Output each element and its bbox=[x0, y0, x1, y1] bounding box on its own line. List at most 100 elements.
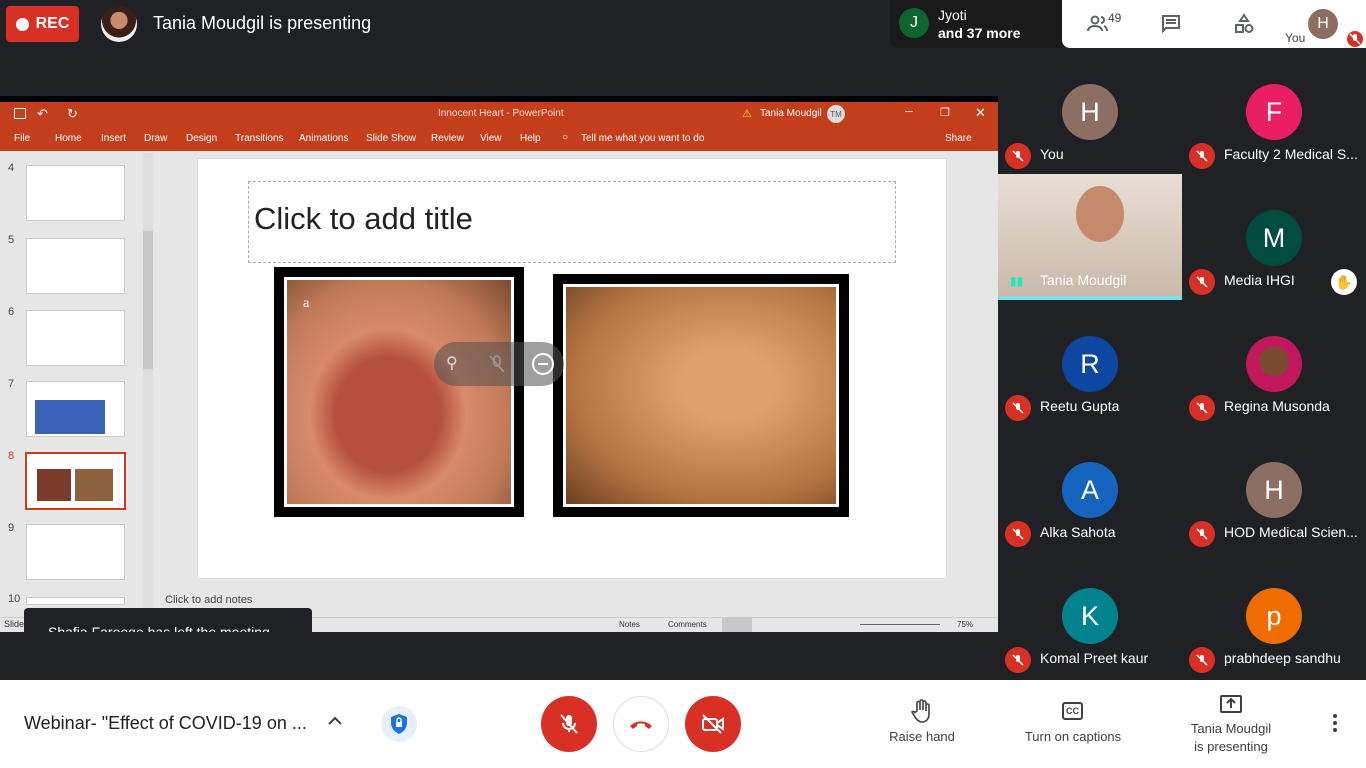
ppt-ribbon: File Home Insert Draw Design Transitions… bbox=[0, 126, 998, 151]
slide-thumbnail[interactable] bbox=[26, 381, 125, 437]
menu-home[interactable]: Home bbox=[55, 133, 82, 144]
share-button[interactable]: Share bbox=[945, 133, 972, 144]
participant-name: HOD Medical Scien... bbox=[1224, 524, 1358, 540]
comments-button[interactable]: Comments bbox=[668, 620, 707, 629]
minimize-icon[interactable]: ─ bbox=[905, 106, 913, 118]
tell-me-search[interactable]: Tell me what you want to do bbox=[581, 133, 704, 144]
restore-icon[interactable]: ❐ bbox=[940, 106, 950, 119]
thumb-scrollbar[interactable] bbox=[143, 153, 153, 609]
hang-up-icon bbox=[630, 721, 652, 729]
clinical-photo-face[interactable]: a bbox=[274, 267, 524, 517]
chat-icon[interactable] bbox=[1159, 12, 1183, 36]
participant-video-tile[interactable]: ▮▮ Tania Moudgil bbox=[998, 174, 1182, 300]
participant-tile[interactable]: F Faculty 2 Medical S... bbox=[1182, 48, 1366, 174]
raise-hand-button[interactable]: Raise hand bbox=[872, 729, 972, 744]
participant-name: prabhdeep sandhu bbox=[1224, 650, 1341, 666]
undo-icon[interactable]: ↶ bbox=[37, 106, 48, 122]
present-screen-icon[interactable] bbox=[1219, 694, 1243, 714]
slide-thumbnail[interactable] bbox=[26, 238, 125, 294]
participant-name: You bbox=[1040, 146, 1064, 162]
slide-thumbnail[interactable] bbox=[26, 310, 125, 366]
presenter-title: Tania Moudgil is presenting bbox=[153, 13, 372, 33]
menu-review[interactable]: Review bbox=[431, 133, 464, 144]
presenter-avatar bbox=[101, 6, 137, 42]
participant-tile[interactable]: K Komal Preet kaur bbox=[998, 552, 1182, 678]
microphone-toggle-button[interactable] bbox=[541, 696, 597, 752]
mute-icon[interactable] bbox=[486, 353, 508, 375]
others-more: and 37 more bbox=[938, 25, 1021, 41]
participant-name: Regina Musonda bbox=[1224, 398, 1330, 414]
menu-transitions[interactable]: Transitions bbox=[235, 133, 284, 144]
ppt-title-bar: ↶ ↻ Innocent Heart - PowerPoint ⚠ Tania … bbox=[0, 102, 998, 126]
speaker-face bbox=[1076, 186, 1124, 242]
stage-bottom-bg bbox=[0, 632, 998, 680]
photo-face-swelling: a bbox=[284, 277, 514, 507]
menu-animations[interactable]: Animations bbox=[299, 133, 348, 144]
security-shield-icon[interactable] bbox=[381, 706, 417, 742]
participant-tile[interactable]: Regina Musonda bbox=[1182, 300, 1366, 426]
remove-icon[interactable] bbox=[532, 353, 554, 375]
participant-tile[interactable]: M Media IHGI ✋ bbox=[1182, 174, 1366, 300]
people-icon[interactable] bbox=[1086, 12, 1110, 36]
participant-avatar: p bbox=[1246, 588, 1302, 644]
menu-insert[interactable]: Insert bbox=[101, 133, 126, 144]
close-icon[interactable]: ✕ bbox=[975, 105, 986, 121]
menu-draw[interactable]: Draw bbox=[144, 133, 167, 144]
save-icon[interactable] bbox=[14, 108, 26, 119]
menu-file[interactable]: File bbox=[14, 133, 30, 144]
tile-hover-controls: ⚲ bbox=[434, 342, 564, 386]
ppt-user-avatar[interactable]: TM bbox=[827, 105, 845, 123]
notes-button[interactable]: Notes bbox=[619, 620, 640, 629]
mic-off-icon bbox=[1189, 269, 1215, 295]
zoom-slider[interactable] bbox=[860, 624, 940, 625]
participant-avatar: H bbox=[1246, 462, 1302, 518]
participant-avatar: A bbox=[1062, 462, 1118, 518]
menu-slide-show[interactable]: Slide Show bbox=[366, 133, 416, 144]
raised-hand-icon: ✋ bbox=[1331, 269, 1357, 295]
canvas-scrollbar[interactable] bbox=[986, 151, 998, 617]
participant-avatar: K bbox=[1062, 588, 1118, 644]
menu-design[interactable]: Design bbox=[186, 133, 217, 144]
clinical-photo-eye[interactable] bbox=[553, 274, 849, 517]
redo-icon[interactable]: ↻ bbox=[67, 106, 78, 122]
captions-icon[interactable]: CC bbox=[1062, 702, 1083, 720]
zoom-level[interactable]: 75% bbox=[957, 620, 973, 629]
menu-help[interactable]: Help bbox=[520, 133, 541, 144]
slide-thumbnail[interactable] bbox=[26, 524, 125, 580]
captions-button[interactable]: Turn on captions bbox=[1013, 729, 1133, 744]
mic-off-icon bbox=[1189, 521, 1215, 547]
activities-icon[interactable] bbox=[1232, 12, 1256, 36]
rec-label: REC bbox=[35, 15, 70, 32]
mic-off-icon bbox=[1005, 395, 1031, 421]
slide-indicator: Slide bbox=[4, 619, 25, 629]
image-label: a bbox=[303, 296, 310, 311]
record-dot-icon bbox=[15, 17, 29, 31]
leave-call-button[interactable] bbox=[613, 696, 669, 752]
pin-icon[interactable]: ⚲ bbox=[446, 353, 458, 373]
participant-tile[interactable]: H HOD Medical Scien... bbox=[1182, 426, 1366, 552]
self-avatar[interactable]: H bbox=[1308, 9, 1338, 39]
slide-thumbnail[interactable] bbox=[26, 165, 125, 221]
slide-thumbnail[interactable] bbox=[26, 597, 125, 605]
camera-toggle-button[interactable] bbox=[685, 696, 741, 752]
chevron-up-icon[interactable] bbox=[326, 712, 344, 730]
ppt-doc-title: Innocent Heart - PowerPoint bbox=[438, 108, 564, 119]
slide-number: 7 bbox=[8, 378, 15, 390]
slide-thumbnail-selected[interactable] bbox=[25, 452, 126, 510]
meeting-title[interactable]: Webinar- "Effect of COVID-19 on ... bbox=[24, 713, 314, 734]
raise-hand-icon[interactable] bbox=[911, 699, 933, 723]
more-options-icon[interactable] bbox=[1333, 714, 1337, 732]
participant-tile[interactable]: R Reetu Gupta bbox=[998, 300, 1182, 426]
normal-view-icon[interactable] bbox=[722, 618, 752, 632]
presenting-status-button[interactable]: Tania Moudgil is presenting bbox=[1176, 720, 1286, 756]
menu-view[interactable]: View bbox=[480, 133, 502, 144]
thumb-scroll-thumb[interactable] bbox=[143, 231, 153, 369]
participant-avatar-photo bbox=[1246, 336, 1302, 392]
mic-off-icon bbox=[1189, 143, 1215, 169]
participant-tile[interactable]: H You bbox=[998, 48, 1182, 174]
slide-number: 4 bbox=[8, 162, 15, 174]
participant-name: Tania Moudgil bbox=[1040, 272, 1127, 288]
notes-placeholder[interactable]: Click to add notes bbox=[165, 594, 252, 606]
participant-tile[interactable]: p prabhdeep sandhu bbox=[1182, 552, 1366, 678]
participant-tile[interactable]: A Alka Sahota bbox=[998, 426, 1182, 552]
